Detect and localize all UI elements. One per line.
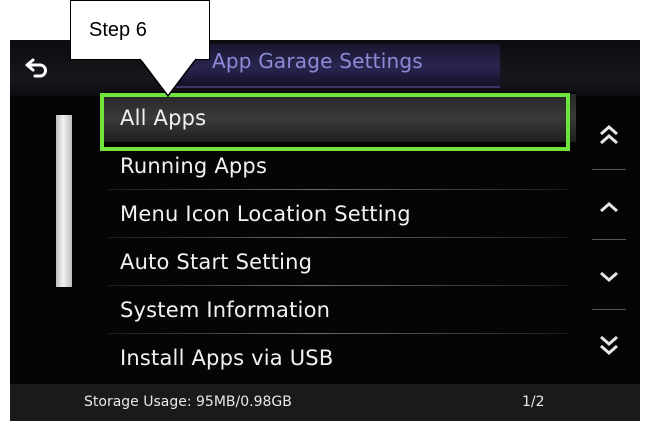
callout-pointer (139, 55, 197, 98)
